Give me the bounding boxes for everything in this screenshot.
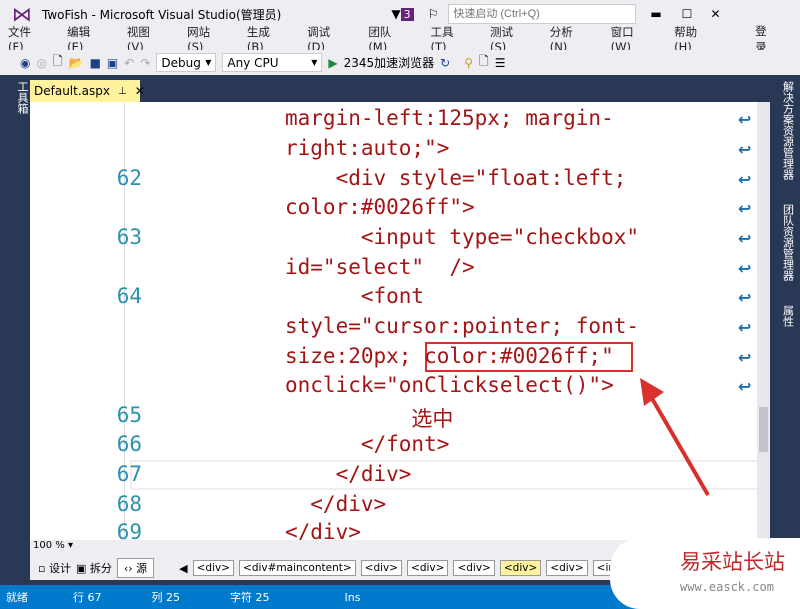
menu-bar: 文件(F) 编辑(E) 视图(V) 网站(S) 生成(B) 调试(D) 团队(M… [0,24,800,54]
notification-flag-icon[interactable]: ▼ [391,7,400,21]
code-line: style="cursor:pointer; font- [285,314,640,338]
comment-icon[interactable]: 🗋 [479,52,489,73]
vs-logo-icon: ⋈ [12,2,32,26]
word-wrap-icon: ↩ [738,348,752,367]
run-icon[interactable]: ▶ [328,56,337,70]
word-wrap-icon: ↩ [738,199,752,218]
toolbox-label[interactable]: 工具箱 [16,81,29,114]
code-line: size:20px; color:#0026ff;" [285,344,614,368]
toolbox-panel[interactable]: 工具箱 [0,75,30,585]
code-line: 选中 [285,407,454,431]
status-line: 行 67 [73,591,102,604]
team-explorer-tab[interactable]: 团队资源管理器 [780,204,796,281]
find-icon[interactable]: ⚲ [464,56,473,70]
config-select[interactable]: Debug ▼ [156,53,217,72]
line-number: 63 [116,225,142,249]
refresh-icon[interactable]: ↻ [440,56,450,70]
watermark-name: 易采站长站 [680,550,785,574]
code-line: id="select" /> [285,255,475,279]
code-line: </div> [285,492,387,516]
line-number: 62 [116,166,142,190]
code-line: <font [285,284,425,308]
word-wrap-icon: ↩ [738,259,752,278]
status-column: 列 25 [151,591,181,604]
save-all-icon[interactable]: ▣ [107,56,118,70]
word-wrap-icon: ↩ [738,377,752,396]
word-wrap-icon: ↩ [738,229,752,248]
code-line: right:auto;"> [285,136,450,160]
design-view-button[interactable]: ▫ 设计 [38,560,71,576]
line-number: 67 [116,462,142,486]
breadcrumb-item[interactable]: <div> [407,560,449,576]
platform-select[interactable]: Any CPU ▼ [222,53,323,72]
maximize-button[interactable]: ☐ [682,7,693,21]
open-icon[interactable]: 📂 [69,56,84,70]
platform-value: Any CPU [227,55,279,70]
code-line: </font> [285,432,450,456]
code-line: margin-left:125px; margin- [285,106,614,130]
feedback-icon[interactable]: ⚐ [428,7,439,21]
line-number: 65 [116,403,142,427]
breadcrumb-item[interactable]: <div> [453,560,495,576]
status-mode: Ins [344,590,361,604]
forward-icon[interactable]: ◎ [36,56,46,70]
close-tab-icon[interactable]: ✕ [135,84,145,98]
indent-icon[interactable]: ☰ [495,56,506,70]
breadcrumb-item[interactable]: <div> [546,560,588,576]
annotation-arrow [640,378,710,497]
run-browser-button[interactable]: 2345加速浏览器 [344,54,435,71]
minimize-button[interactable]: ▬ [650,7,661,21]
new-project-icon[interactable]: 🗋 [53,52,63,73]
word-wrap-icon: ↩ [738,110,752,129]
tab-default-aspx[interactable]: Default.aspx ⊥ ✕ [30,80,145,102]
config-value: Debug [161,55,201,70]
window-title: TwoFish - Microsoft Visual Studio(管理员) [42,7,282,22]
scroll-thumb[interactable] [759,407,768,452]
right-panels: 解决方案资源管理器 团队资源管理器 属性 [775,75,800,585]
undo-icon[interactable]: ↶ [124,56,134,70]
properties-tab[interactable]: 属性 [780,305,796,327]
code-line: </div> [285,520,361,540]
breadcrumb-item[interactable]: <div> [192,560,235,576]
code-line: <input type="checkbox" [285,225,640,249]
back-icon[interactable]: ◉ [20,56,30,70]
status-ready: 就绪 [6,591,28,604]
breadcrumb-item-active[interactable]: <div> [499,560,542,576]
code-line: color:#0026ff"> [285,195,475,219]
solution-explorer-tab[interactable]: 解决方案资源管理器 [780,81,796,180]
word-wrap-icon: ↩ [738,288,752,307]
notification-count[interactable]: 3 [400,7,414,21]
quick-launch-input[interactable] [448,4,637,24]
word-wrap-icon: ↩ [738,318,752,337]
tab-label: Default.aspx [34,84,110,98]
vertical-scrollbar[interactable] [757,102,770,540]
close-button[interactable]: ✕ [710,7,720,21]
word-wrap-icon: ↩ [738,170,752,189]
source-view-button[interactable]: ‹› 源 [116,558,155,578]
code-line: onclick="onClickselect()"> [285,373,614,397]
chevron-down-icon: ▼ [205,58,212,67]
zoom-select[interactable]: 100 % [33,540,65,551]
watermark-url: www.easck.com [680,580,774,594]
word-wrap-icon: ↩ [738,140,752,159]
breadcrumb-item[interactable]: <div#maincontent> [239,560,356,576]
breadcrumb-item[interactable]: <div> [360,560,403,576]
split-view-button[interactable]: ▣ 拆分 [76,560,112,576]
chevron-down-icon: ▼ [311,58,318,67]
watermark: 易采站长站 www.easck.com [610,538,800,609]
pin-icon[interactable]: ⊥ [118,86,127,97]
crumb-left-arrow-icon[interactable]: ◀ [179,562,187,575]
redo-icon[interactable]: ↷ [140,56,150,70]
line-number: 66 [116,432,142,456]
line-number: 68 [116,492,142,516]
line-number: 69 [116,520,142,540]
status-char: 字符 25 [230,591,270,604]
toolbar: ◉ ◎ 🗋 📂 ■ ▣ ↶ ↷ Debug ▼ Any CPU ▼ ▶ 2345加速… [0,50,800,75]
save-icon[interactable]: ■ [90,56,101,70]
line-number: 64 [116,284,142,308]
code-line: <div style="float:left; [285,166,627,190]
code-line: </div> [285,462,412,486]
